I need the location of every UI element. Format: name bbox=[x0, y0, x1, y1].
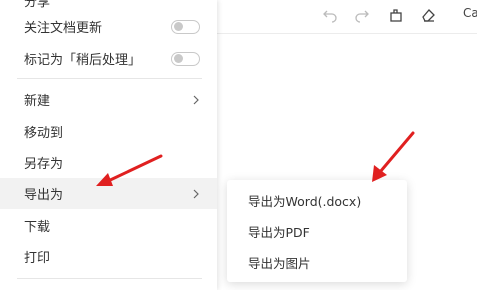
redo-icon[interactable] bbox=[352, 5, 372, 25]
menu-item-export[interactable]: 导出为 bbox=[0, 178, 217, 209]
follow-updates-toggle[interactable] bbox=[171, 19, 200, 34]
export-submenu: 导出为Word(.docx) 导出为PDF 导出为图片 bbox=[227, 180, 407, 282]
eraser-icon[interactable] bbox=[418, 5, 438, 25]
menu-item-mark-later[interactable]: 标记为「稍后处理」 bbox=[0, 43, 217, 74]
toggle-knob bbox=[174, 22, 183, 31]
annotation-arrow-word bbox=[372, 131, 415, 182]
menu-item-new[interactable]: 新建 bbox=[0, 84, 217, 115]
mark-later-toggle[interactable] bbox=[171, 51, 200, 66]
chevron-right-icon bbox=[191, 95, 201, 105]
menu-item-move-to[interactable]: 移动到 bbox=[0, 116, 217, 147]
submenu-item-label: 导出为PDF bbox=[248, 224, 310, 240]
menu-divider bbox=[17, 78, 202, 79]
menu-item-label: 下载 bbox=[24, 220, 51, 235]
submenu-item-label: 导出为Word(.docx) bbox=[248, 193, 362, 209]
menu-item-label: 新建 bbox=[24, 94, 51, 109]
menu-item-print[interactable]: 打印 bbox=[0, 241, 217, 272]
document-menu: 分享 关注文档更新 标记为「稍后处理」 新建 移动到 另存为 导出为 下载 打印 bbox=[0, 0, 217, 290]
export-word-option[interactable]: 导出为Word(.docx) bbox=[227, 185, 407, 215]
export-pdf-option[interactable]: 导出为PDF bbox=[227, 216, 407, 246]
menu-item-label: 另存为 bbox=[24, 157, 64, 172]
undo-icon[interactable] bbox=[320, 5, 340, 25]
menu-item-label: 导出为 bbox=[24, 188, 64, 203]
export-image-option[interactable]: 导出为图片 bbox=[227, 247, 407, 277]
menu-item-save-as[interactable]: 另存为 bbox=[0, 147, 217, 178]
format-painter-icon[interactable] bbox=[386, 5, 406, 25]
font-family-select[interactable]: Calibri bbox=[463, 4, 477, 22]
menu-item-label: 分享 bbox=[24, 0, 51, 10]
menu-item-download[interactable]: 下载 bbox=[0, 210, 217, 241]
menu-divider bbox=[17, 278, 202, 279]
menu-item-label: 关注文档更新 bbox=[24, 21, 103, 36]
menu-item-label: 移动到 bbox=[24, 126, 64, 141]
chevron-right-icon bbox=[191, 189, 201, 199]
toggle-knob bbox=[174, 54, 183, 63]
submenu-item-label: 导出为图片 bbox=[248, 255, 311, 271]
menu-item-label: 标记为「稍后处理」 bbox=[24, 53, 142, 68]
menu-item-follow-updates[interactable]: 关注文档更新 bbox=[0, 11, 217, 42]
menu-item-label: 打印 bbox=[24, 251, 51, 266]
